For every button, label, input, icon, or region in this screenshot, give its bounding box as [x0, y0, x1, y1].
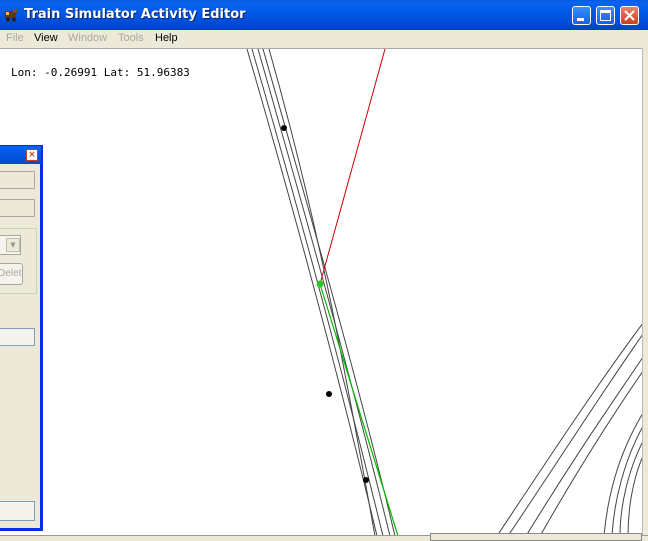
chevron-down-icon[interactable]: ▼ — [6, 238, 20, 252]
menu-window[interactable]: Window — [68, 32, 107, 44]
dialog-title-bar[interactable]: × — [0, 146, 41, 164]
selected-node[interactable] — [316, 280, 324, 288]
track-lines — [246, 49, 643, 536]
maximize-button[interactable] — [596, 6, 615, 25]
window-title: Train Simulator Activity Editor — [24, 7, 246, 22]
track-line — [496, 322, 643, 536]
track-line — [627, 455, 643, 536]
floating-dialog: × ▼ Delete — [0, 145, 43, 531]
dialog-field[interactable] — [0, 199, 35, 217]
track-line — [619, 440, 643, 536]
track-node[interactable] — [363, 477, 369, 483]
dialog-field[interactable] — [0, 171, 35, 189]
menu-help[interactable]: Help — [155, 32, 178, 44]
menu-view[interactable]: View — [34, 32, 58, 44]
minimize-button[interactable] — [572, 6, 591, 25]
menu-bar: File View Window Tools Help — [0, 30, 648, 48]
dialog-combo-box[interactable]: ▼ — [0, 235, 21, 255]
selected-path — [319, 283, 399, 536]
dialog-text-field[interactable] — [0, 328, 35, 346]
minimize-icon — [577, 18, 584, 21]
menu-tools[interactable]: Tools — [118, 32, 144, 44]
close-button[interactable] — [620, 6, 639, 25]
status-panel — [430, 533, 642, 541]
track-node[interactable] — [281, 125, 287, 131]
dialog-bottom-field[interactable] — [0, 501, 35, 521]
train-icon — [5, 9, 17, 22]
window-border-right — [642, 48, 648, 539]
dialog-close-button[interactable]: × — [26, 149, 38, 161]
link-line — [319, 49, 386, 285]
track-map[interactable] — [0, 49, 643, 536]
track-line — [257, 49, 391, 536]
map-canvas[interactable]: Lon: -0.26991 Lat: 51.96383 — [0, 48, 643, 536]
coordinate-readout: Lon: -0.26991 Lat: 51.96383 — [11, 66, 190, 79]
close-icon — [624, 10, 635, 21]
track-line — [251, 49, 384, 536]
track-line — [246, 49, 378, 536]
title-bar: Train Simulator Activity Editor — [0, 0, 648, 30]
maximize-icon — [600, 10, 611, 21]
menu-file[interactable]: File — [6, 32, 24, 44]
track-node[interactable] — [326, 391, 332, 397]
delete-button[interactable]: Delete — [0, 263, 23, 285]
